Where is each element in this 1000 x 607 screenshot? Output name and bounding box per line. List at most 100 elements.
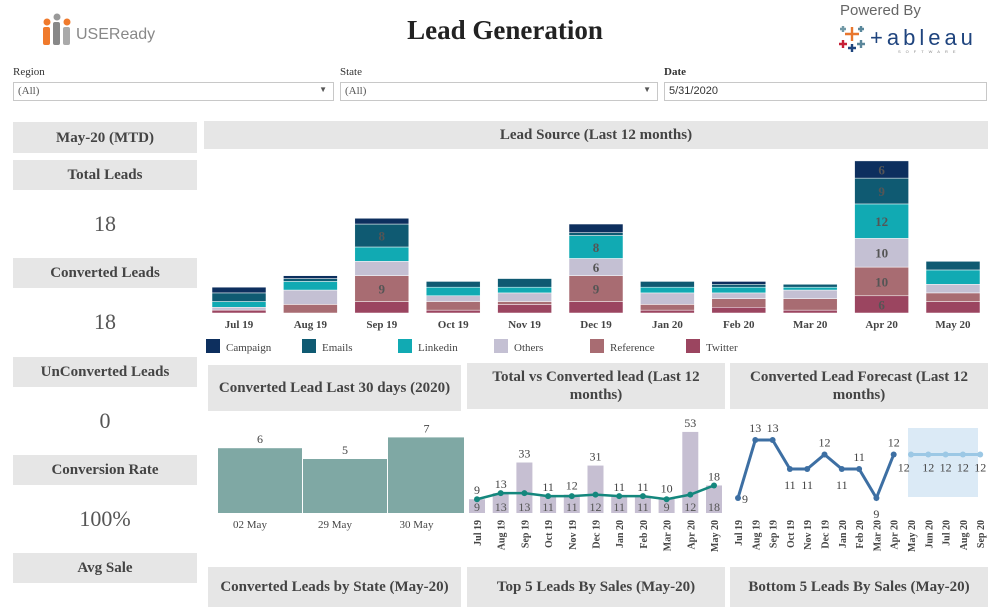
date-input[interactable]: 5/31/2020 — [664, 82, 987, 101]
x-tick-label: Nov 19 — [508, 319, 541, 331]
segment-label: 10 — [875, 274, 888, 289]
x-tick-label: Jun 20 — [924, 520, 935, 549]
total-label: 10 — [661, 482, 673, 496]
forecast-point — [942, 451, 949, 458]
converted-point — [639, 493, 646, 500]
legend-swatch-twitter — [686, 339, 700, 353]
bar — [388, 437, 464, 513]
x-tick-label: Mar 20 — [793, 319, 828, 331]
forecast-point — [959, 451, 966, 458]
bar-segment-twitter — [354, 301, 410, 314]
data-label: 6 — [257, 432, 263, 446]
by-state-title: Converted Leads by State (May-20) — [208, 567, 461, 607]
segment-label: 8 — [379, 229, 386, 244]
total-vs-converted-title: Total vs Converted lead (Last 12 months) — [467, 363, 725, 409]
converted-label: 13 — [495, 500, 507, 514]
kpi-converted-leads-label: Converted Leads — [13, 258, 197, 288]
bar-segment-emails — [425, 281, 481, 288]
converted-label: 11 — [637, 500, 649, 514]
total-vs-converted-chart: 99Jul 191313Aug 193313Sep 191111Oct 1912… — [469, 416, 722, 552]
bar-segment-twitter — [640, 309, 695, 314]
bar-segment-linkedin — [640, 286, 695, 294]
bar-segment-linkedin — [283, 281, 338, 291]
converted-label: 11 — [613, 500, 625, 514]
actual-point — [786, 466, 793, 472]
data-label: 11 — [853, 450, 865, 464]
legend-swatch-others — [494, 339, 508, 353]
legend-label: Linkedin — [418, 342, 458, 354]
forecast-point — [908, 451, 914, 458]
kpi-conversion-rate-label: Conversion Rate — [13, 455, 197, 485]
x-tick-label: Dec 19 — [580, 319, 612, 331]
bar-segment-emails — [283, 278, 338, 282]
bar-segment-others — [425, 295, 481, 302]
converted-point — [545, 493, 552, 500]
chevron-down-icon: ▼ — [643, 85, 651, 94]
total-label: 11 — [542, 480, 554, 494]
bar-segment-reference — [782, 298, 838, 311]
state-dropdown[interactable]: (All) ▼ — [340, 82, 658, 101]
x-tick-label: Aug 19 — [751, 520, 762, 550]
segment-label: 9 — [878, 184, 885, 199]
tableau-cross-icon — [839, 26, 865, 52]
forecast-label: 12 — [974, 461, 986, 475]
converted-label: 18 — [708, 500, 720, 514]
x-tick-label: Jan 20 — [652, 319, 683, 331]
bar-segment-linkedin — [211, 301, 267, 308]
legend-swatch-emails — [302, 339, 316, 353]
x-tick-label: Aug 19 — [497, 520, 508, 550]
data-label: 13 — [767, 421, 779, 435]
tableau-logo: +ableau SOFTWARE — [838, 24, 988, 58]
actual-line — [736, 438, 896, 502]
legend-label: Reference — [610, 342, 655, 354]
kpi-unconverted-leads-value: 0 — [99, 408, 111, 433]
bar-segment-linkedin — [354, 246, 410, 262]
data-label: 7 — [424, 421, 430, 435]
state-label: State — [340, 66, 362, 78]
segment-label: 6 — [878, 297, 885, 312]
bar-segment-emails — [640, 281, 695, 288]
total-label: 33 — [518, 447, 530, 461]
forecast-point — [925, 451, 932, 458]
segment-label: 12 — [875, 214, 888, 229]
x-tick-label: Jul 19 — [225, 319, 254, 331]
legend-label: Twitter — [706, 342, 738, 354]
x-tick-label: 29 May — [318, 519, 352, 531]
total-label: 11 — [637, 480, 649, 494]
x-tick-label: Jul 19 — [473, 520, 484, 546]
converted-label: 11 — [566, 500, 578, 514]
x-tick-label: Sep 19 — [520, 520, 531, 548]
actual-point — [856, 466, 863, 472]
forecast-chart: Jul 19 Aug 19 Sep 19 Oct 19 Nov 19 Dec 19 Jan … — [734, 421, 987, 552]
x-tick-label: Dec 19 — [821, 520, 832, 549]
data-label: 9 — [873, 507, 879, 521]
bar-segment-emails — [711, 284, 767, 288]
x-tick-label: Feb 20 — [723, 319, 755, 331]
x-tick-label: Oct 19 — [786, 520, 797, 548]
segment-label: 9 — [379, 282, 386, 297]
converted-point — [687, 491, 694, 498]
segment-label: 6 — [593, 260, 600, 275]
converted-point — [521, 490, 528, 497]
top5-title: Top 5 Leads By Sales (May-20) — [467, 567, 725, 607]
x-tick-label: Oct 19 — [438, 319, 469, 331]
x-tick-label: Nov 19 — [568, 520, 579, 550]
x-tick-label: 02 May — [233, 519, 267, 531]
bar-segment-reference — [925, 292, 981, 302]
converted-point — [568, 493, 575, 500]
converted-point — [663, 496, 670, 503]
x-tick-label: Jul 19 — [734, 520, 745, 546]
date-label: Date — [664, 66, 686, 78]
bar-segment-emails — [925, 261, 981, 271]
bar-segment-twitter — [782, 309, 838, 314]
converted-point — [497, 490, 504, 497]
converted-point — [616, 493, 623, 500]
total-label: 12 — [566, 479, 578, 493]
bar-segment-reference — [425, 301, 481, 311]
last30-title: Converted Lead Last 30 days (2020) — [208, 365, 461, 411]
converted-label: 13 — [518, 500, 530, 514]
total-label: 11 — [613, 480, 625, 494]
segment-label: 9 — [593, 282, 600, 297]
data-label: 11 — [801, 478, 813, 492]
region-dropdown[interactable]: (All) ▼ — [13, 82, 334, 101]
